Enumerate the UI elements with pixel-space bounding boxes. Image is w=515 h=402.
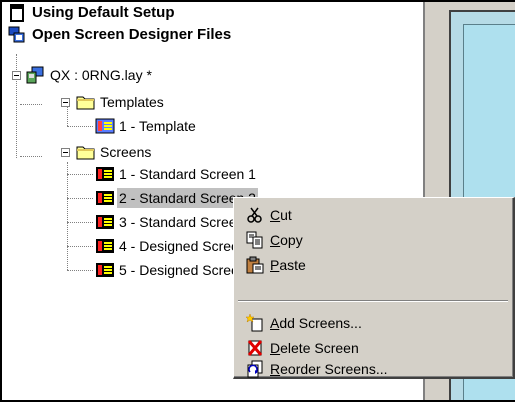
screen-icon [95, 237, 114, 255]
tree-row-template-1[interactable]: 1 - Template [95, 115, 198, 137]
screen-designer-files-icon [8, 26, 26, 44]
tree-row-screen[interactable]: 1 - Standard Screen 1 [95, 163, 258, 185]
tree-label-default-setup: Using Default Setup [32, 4, 175, 21]
collapse-toggle[interactable] [12, 71, 21, 80]
tree-row-project[interactable]: QX : 0RNG.lay * [26, 64, 154, 86]
menu-item-cut[interactable]: Cut [238, 203, 506, 227]
template-screen-icon [95, 117, 115, 135]
tree-connector-line [67, 126, 93, 127]
screen-icon [95, 165, 114, 183]
menu-separator [238, 300, 508, 302]
tree-label-project: QX : 0RNG.lay * [50, 67, 152, 83]
tree-connector-line [16, 54, 17, 158]
menu-item-delete-screen[interactable]: Delete Screen [238, 336, 506, 360]
tree-connector-line [67, 104, 68, 126]
menu-label: Reorder Screens... [270, 361, 388, 377]
screen-icon [95, 261, 114, 279]
screen-icon [95, 213, 114, 231]
menu-label: Add Screens... [270, 315, 362, 331]
tree-row-open-files[interactable]: Open Screen Designer Files [8, 24, 233, 46]
document-icon [8, 4, 26, 22]
window-border [0, 0, 2, 402]
tree-label-screen: 1 - Standard Screen 1 [119, 166, 256, 182]
tree-row-templates-folder[interactable]: Templates [76, 91, 166, 113]
tree-label-screens: Screens [100, 144, 152, 160]
tree-connector-line [20, 104, 42, 105]
collapse-toggle[interactable] [61, 148, 70, 157]
tree-connector-line [67, 246, 93, 247]
folder-icon [76, 93, 95, 111]
collapse-toggle[interactable] [61, 98, 70, 107]
tree-label-open-files: Open Screen Designer Files [32, 26, 232, 43]
menu-item-reorder-screens[interactable]: Reorder Screens... [238, 360, 506, 378]
tree-connector-line [20, 156, 42, 157]
window-border [0, 0, 515, 2]
menu-item-add-screens[interactable]: Add Screens... [238, 311, 506, 335]
tree-connector-line [67, 174, 93, 175]
menu-label: Cut [270, 207, 292, 223]
tree-connector-line [67, 162, 68, 270]
menu-item-copy[interactable]: Copy [238, 228, 506, 252]
tree-connector-line [67, 222, 93, 223]
folder-icon [76, 143, 95, 161]
paste-icon [246, 256, 264, 274]
copy-icon [246, 231, 264, 249]
delete-screen-icon [246, 339, 264, 357]
tree-label-template: 1 - Template [119, 118, 196, 134]
menu-label: Delete Screen [270, 340, 359, 356]
menu-item-paste[interactable]: Paste [238, 253, 506, 277]
tree-connector-line [67, 270, 93, 271]
menu-label: Paste [270, 257, 306, 273]
menu-label: Copy [270, 232, 303, 248]
screen-icon [95, 189, 114, 207]
scissors-icon [246, 206, 264, 224]
reorder-screens-icon [246, 360, 264, 378]
add-screens-icon [245, 313, 264, 332]
context-menu[interactable]: Cut Copy Paste Add Screens... Delete Scr… [233, 197, 515, 379]
tree-connector-line [67, 198, 93, 199]
tree-label-templates: Templates [100, 94, 164, 110]
tree-row-default-setup[interactable]: Using Default Setup [8, 2, 177, 24]
tree-row-screens-folder[interactable]: Screens [76, 141, 153, 163]
layout-file-icon [26, 66, 44, 84]
